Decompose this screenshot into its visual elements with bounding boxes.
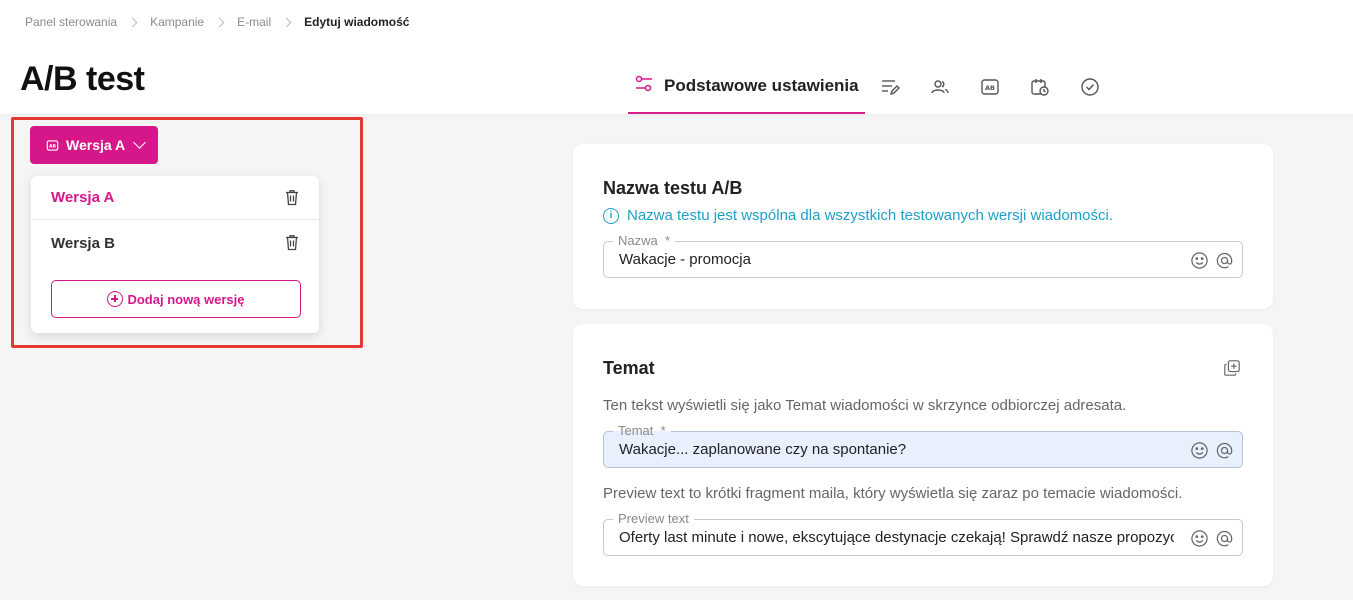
ab-name-value: Wakacje - promocja	[619, 251, 751, 268]
preview-text-field[interactable]: Preview text Oferty last minute i nowe, …	[603, 511, 1243, 556]
chevron-right-icon	[214, 17, 225, 27]
field-label: Nazwa *	[613, 233, 676, 248]
field-label: Preview text	[613, 511, 694, 526]
trash-icon[interactable]	[284, 189, 300, 210]
page-title: A/B test	[20, 60, 145, 98]
subject-value: Wakacje... zaplanowane czy na spontanie?	[619, 441, 907, 458]
field-label-text: Temat	[618, 423, 654, 438]
breadcrumb-item[interactable]: Kampanie	[150, 15, 204, 29]
wizard-tabs: Podstawowe ustawienia AB	[628, 60, 1101, 114]
at-mention-icon[interactable]	[1215, 529, 1234, 548]
chevron-down-icon	[133, 135, 147, 149]
breadcrumb-item[interactable]: E-mail	[237, 15, 271, 29]
emoji-icon[interactable]	[1190, 251, 1209, 270]
version-item-label: Wersja A	[51, 189, 115, 206]
at-mention-icon[interactable]	[1215, 251, 1234, 270]
info-icon: i	[603, 207, 619, 224]
version-selector-button[interactable]: AB Wersja A	[30, 126, 158, 164]
field-icons	[1184, 529, 1234, 548]
emoji-icon[interactable]	[1190, 441, 1209, 460]
trash-icon[interactable]	[284, 234, 300, 255]
ab-name-info: i Nazwa testu jest wspólna dla wszystkic…	[603, 207, 1113, 224]
breadcrumb-item[interactable]: Panel sterowania	[25, 15, 117, 29]
at-mention-icon[interactable]	[1215, 441, 1234, 460]
version-item-a[interactable]: Wersja A	[31, 176, 319, 220]
version-selector-label: Wersja A	[66, 137, 126, 153]
settings-sliders-icon	[634, 74, 654, 99]
plus-circle-icon	[107, 291, 124, 307]
version-item-b[interactable]: Wersja B	[31, 221, 319, 265]
chevron-right-icon	[127, 17, 138, 27]
ab-test-icon: AB	[46, 139, 59, 152]
summary-check-icon[interactable]	[1079, 76, 1101, 98]
subject-field[interactable]: Temat * Wakacje... zaplanowane czy na sp…	[603, 423, 1243, 468]
field-label-text: Nazwa	[618, 233, 658, 248]
top-header: Panel sterowania Kampanie E-mail Edytuj …	[0, 0, 1353, 114]
field-icons	[1184, 441, 1234, 460]
version-item-label: Wersja B	[51, 234, 115, 252]
subject-title: Temat	[603, 358, 655, 378]
breadcrumb: Panel sterowania Kampanie E-mail Edytuj …	[25, 15, 409, 29]
breadcrumb-current: Edytuj wiadomość	[304, 15, 410, 29]
preview-description: Preview text to krótki fragment maila, k…	[603, 485, 1183, 502]
schedule-icon[interactable]	[1029, 76, 1051, 98]
tab-basic-settings[interactable]: Podstawowe ustawienia	[628, 60, 865, 114]
ab-name-card: Nazwa testu A/B i Nazwa testu jest wspól…	[573, 144, 1273, 309]
subject-description: Ten tekst wyświetli się jako Temat wiado…	[603, 397, 1127, 414]
add-version-label: Dodaj nową wersję	[127, 291, 245, 307]
add-version-button[interactable]: Dodaj nową wersję	[51, 280, 301, 318]
subject-card: Temat Ten tekst wyświetli się jako Temat…	[573, 324, 1273, 586]
svg-text:AB: AB	[985, 84, 995, 92]
tab-basic-settings-label: Podstawowe ustawienia	[664, 76, 859, 95]
ab-name-title: Nazwa testu A/B	[603, 178, 743, 198]
ab-name-info-text: Nazwa testu jest wspólna dla wszystkich …	[627, 207, 1114, 224]
duplicate-icon[interactable]	[1223, 359, 1241, 382]
ab-name-field[interactable]: Nazwa * Wakacje - promocja	[603, 233, 1243, 278]
emoji-icon[interactable]	[1190, 529, 1209, 548]
svg-text:AB: AB	[49, 143, 57, 149]
recipients-icon[interactable]	[929, 76, 951, 98]
chevron-right-icon	[281, 17, 292, 27]
content-edit-icon[interactable]	[879, 76, 901, 98]
field-icons	[1184, 251, 1234, 270]
preview-text-value: Oferty last minute i nowe, ekscytujące d…	[619, 529, 1174, 546]
field-label: Temat *	[613, 423, 671, 438]
version-dropdown: Wersja A Wersja B Dodaj nową wersję	[31, 176, 319, 333]
ab-test-icon[interactable]: AB	[979, 76, 1001, 98]
